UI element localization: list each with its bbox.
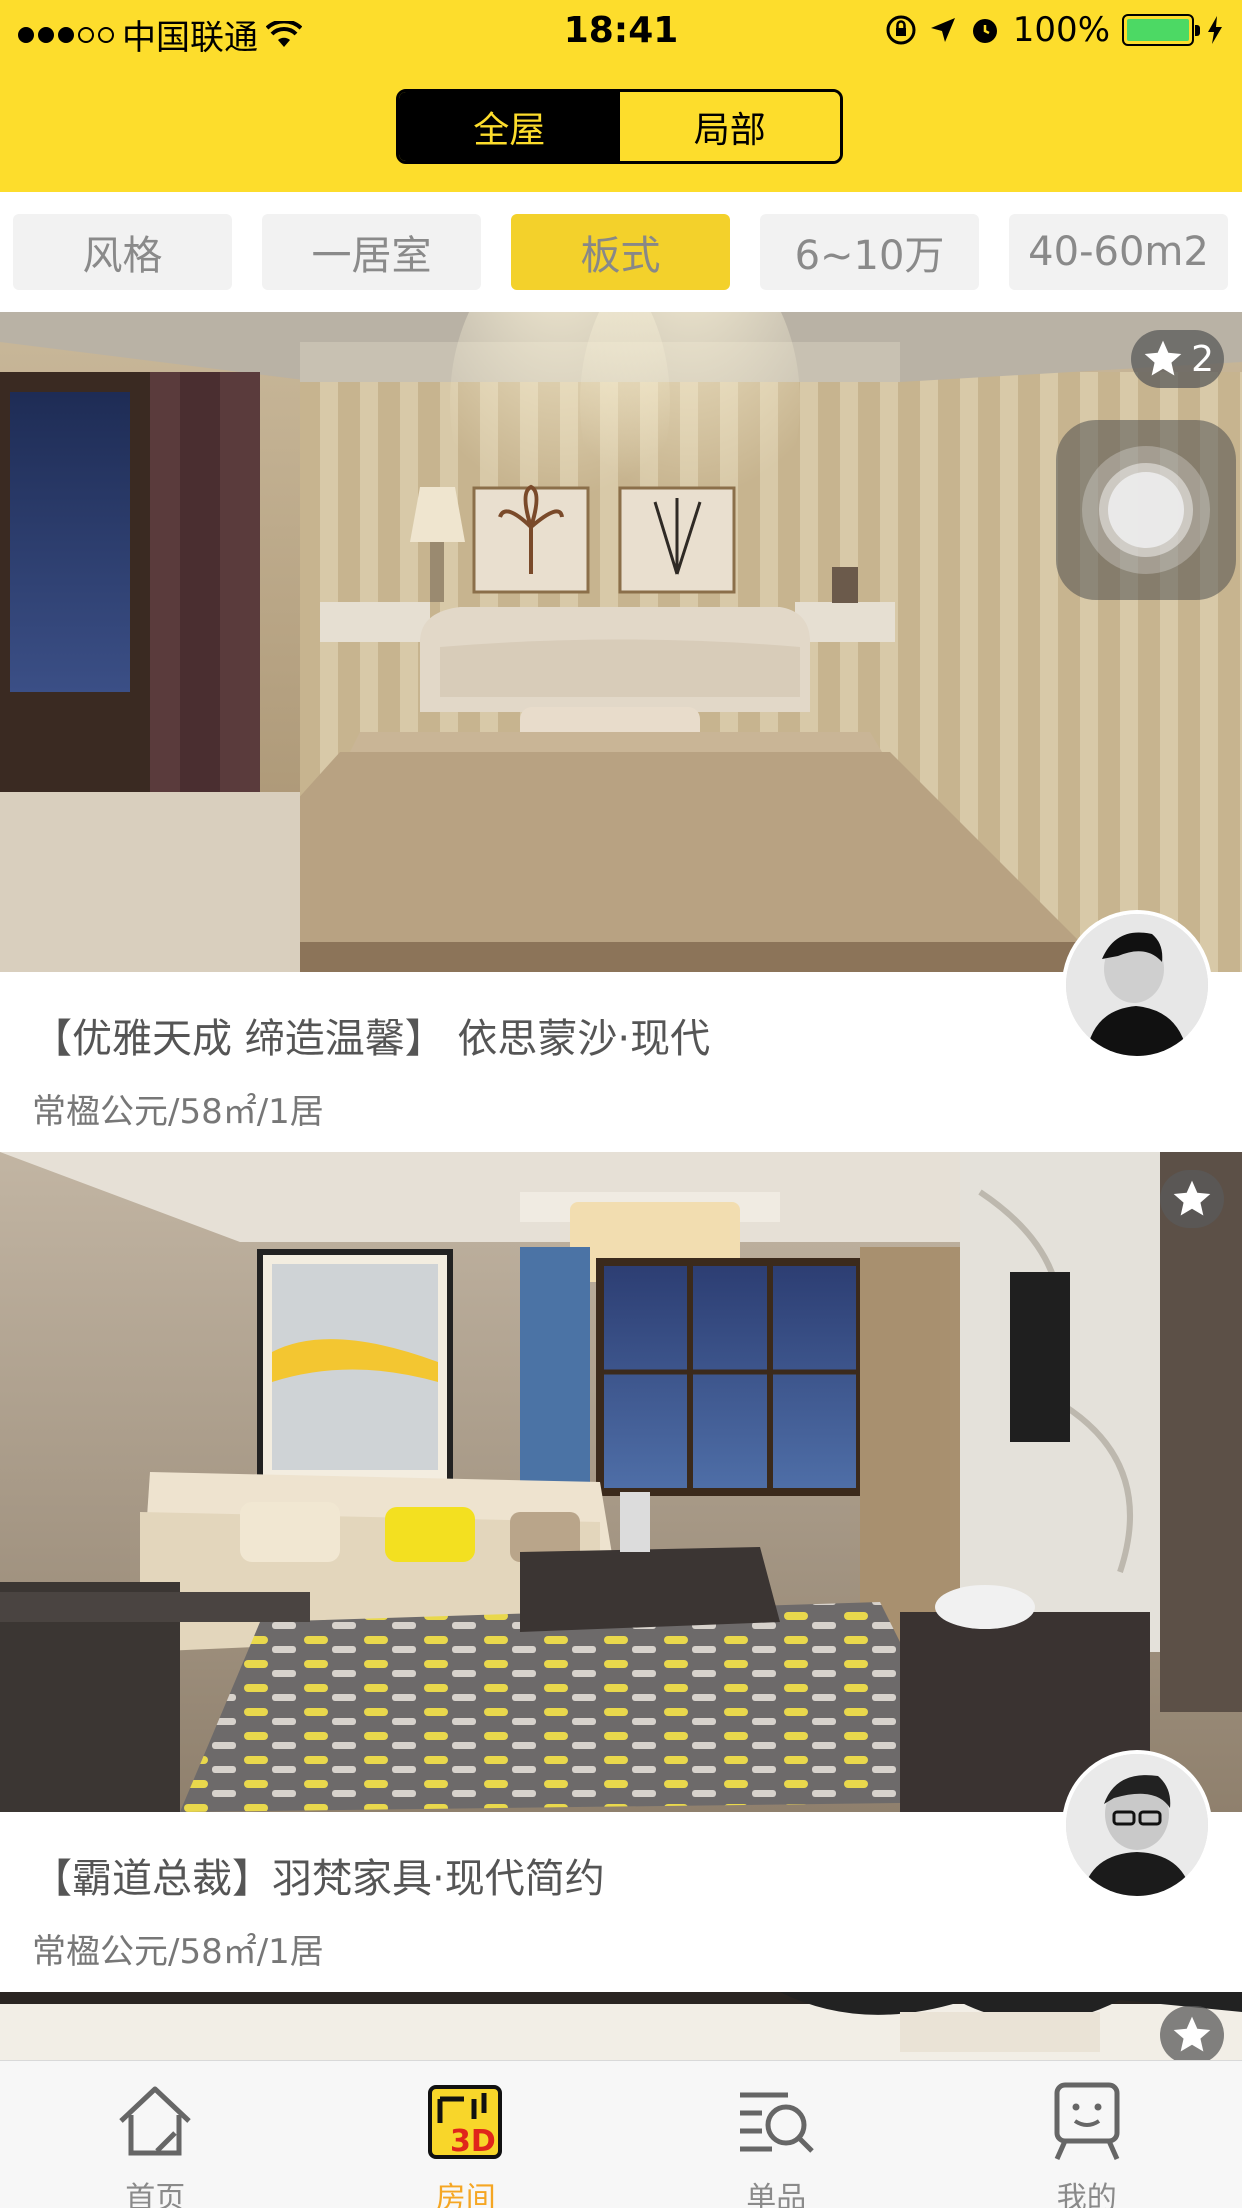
card-title[interactable]: 【优雅天成 缔造温馨】 依思蒙沙·现代	[32, 1006, 710, 1064]
tab-bar: 首页 3D 房间 单品 我的	[0, 2060, 1242, 2208]
tab-home[interactable]: 首页	[0, 2061, 311, 2208]
tab-label: 首页	[125, 2181, 186, 2208]
favorite-badge[interactable]	[1160, 2006, 1224, 2060]
filter-budget[interactable]: 6~10万	[760, 214, 979, 290]
card-subtitle: 常楹公元/58㎡/1居	[32, 1092, 324, 1132]
scope-segmented-control: 全屋 局部	[396, 89, 843, 164]
battery-icon	[1122, 14, 1200, 46]
tab-profile[interactable]: 我的	[932, 2061, 1242, 2208]
design-photo[interactable]	[0, 1992, 1242, 2060]
favorite-badge[interactable]	[1160, 1170, 1224, 1228]
tab-label: 单品	[746, 2181, 807, 2208]
designer-avatar[interactable]	[1062, 910, 1212, 1060]
location-icon	[930, 18, 955, 42]
tab-products[interactable]: 单品	[621, 2061, 932, 2208]
tab-label: 我的	[1056, 2181, 1117, 2208]
filter-layout[interactable]: 一居室	[262, 214, 481, 290]
tab-label: 房间	[435, 2181, 496, 2208]
product-search-icon	[740, 2092, 815, 2153]
charging-icon	[1208, 16, 1222, 44]
tab-rooms[interactable]: 3D 房间	[311, 2061, 622, 2208]
filter-style[interactable]: 风格	[13, 214, 232, 290]
filter-bar: 风格 一居室 板式 6~10万 40-60m2	[0, 192, 1242, 310]
status-right: 100%	[885, 10, 1224, 50]
rotation-lock-icon	[886, 15, 916, 45]
alarm-icon	[972, 19, 997, 43]
status-bar: 中国联通 18:41 100%	[0, 0, 1242, 62]
assistive-touch-button[interactable]	[1056, 420, 1236, 600]
design-card[interactable]: 2 【优雅天成 缔造温馨】 依思蒙沙·现代 常楹公元/58㎡/1居	[0, 312, 1242, 1152]
segment-partial[interactable]: 局部	[619, 92, 840, 161]
header: 中国联通 18:41 100% 全屋 局部	[0, 0, 1242, 192]
card-title[interactable]: 【霸道总裁】羽梵家具·现代简约	[32, 1846, 605, 1904]
card-subtitle: 常楹公元/58㎡/1居	[32, 1932, 324, 1972]
bedroom-photo[interactable]: 2	[0, 312, 1242, 972]
home-icon	[119, 2086, 191, 2156]
battery-percent: 100%	[1012, 10, 1110, 50]
room-3d-icon: 3D	[427, 2085, 502, 2159]
star-icon	[1173, 2016, 1211, 2052]
living-room-photo[interactable]	[0, 1152, 1242, 1812]
star-icon	[1144, 340, 1182, 376]
design-card[interactable]: 【霸道总裁】羽梵家具·现代简约 常楹公元/58㎡/1居	[0, 1152, 1242, 1992]
star-icon	[1173, 1180, 1211, 1216]
filter-furniture-type[interactable]: 板式	[511, 214, 730, 290]
filter-area[interactable]: 40-60m2	[1009, 214, 1228, 290]
design-card[interactable]	[0, 1992, 1242, 2060]
designer-avatar[interactable]	[1062, 1750, 1212, 1900]
profile-icon	[1054, 2082, 1120, 2161]
favorite-count: 2	[1191, 338, 1214, 380]
segment-whole-house[interactable]: 全屋	[399, 92, 620, 161]
favorite-badge[interactable]: 2	[1131, 330, 1224, 388]
svg-text:3D: 3D	[450, 2124, 496, 2159]
